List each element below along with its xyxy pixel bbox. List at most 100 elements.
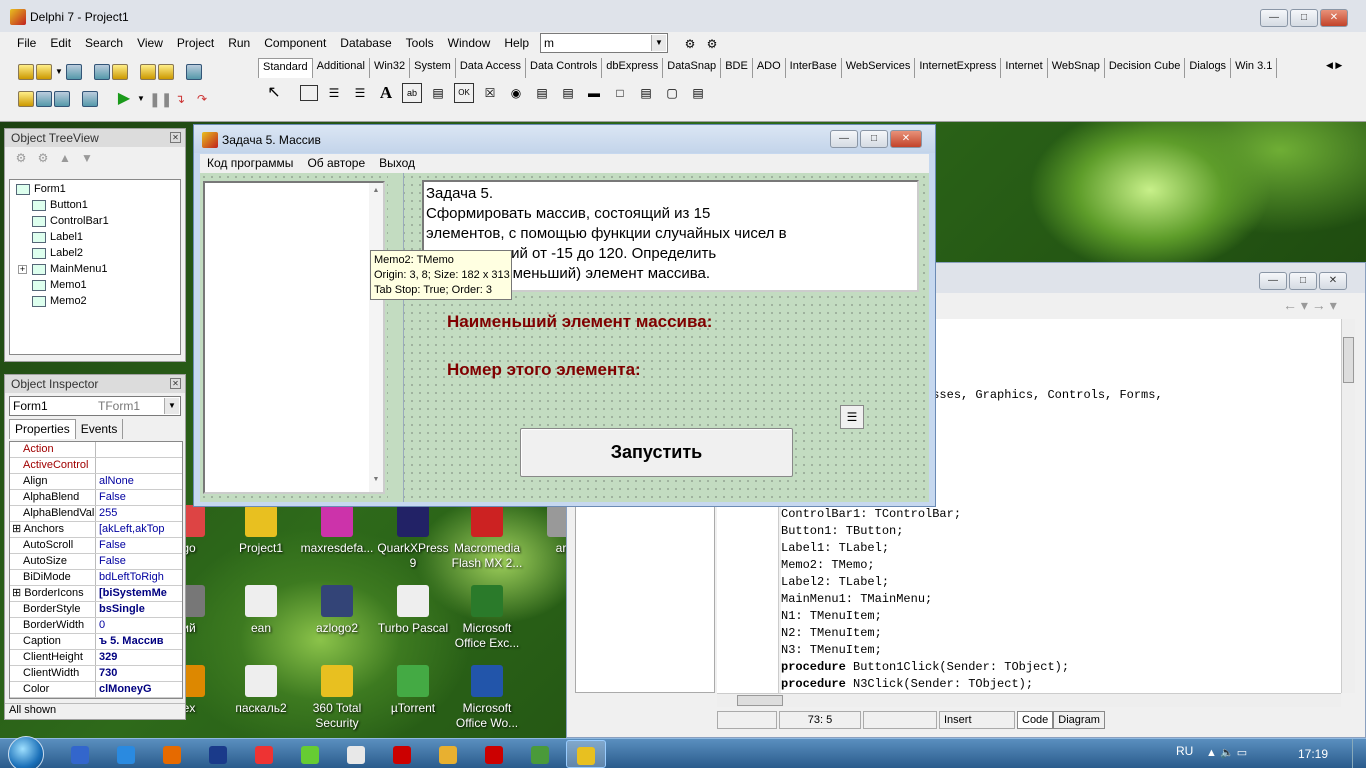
palette-tab-standard[interactable]: Standard (258, 58, 313, 78)
taskbar-app[interactable] (198, 740, 238, 768)
property-value[interactable]: bsSingle (96, 602, 182, 617)
tab-diagram[interactable]: Diagram (1053, 711, 1105, 729)
add-to-project-icon[interactable]: ⚙ (680, 34, 700, 54)
property-row[interactable]: AlphaBlendVal 255 (10, 506, 182, 522)
horizontal-scrollbar[interactable] (717, 693, 1341, 707)
desktop-icon[interactable]: Microsoft Office Wo... (448, 665, 526, 731)
menu-item-window[interactable]: Window (441, 34, 498, 54)
property-value[interactable]: 0 (96, 618, 182, 633)
desktop-icon[interactable]: Project1 (222, 505, 300, 556)
close-button[interactable]: ✕ (1320, 9, 1348, 27)
new-form-icon[interactable] (82, 91, 98, 107)
step-over-icon[interactable]: ↷ (192, 89, 212, 109)
button-icon[interactable]: OK (454, 83, 474, 103)
desktop-icon[interactable]: ean (222, 585, 300, 636)
scrollbar-thumb[interactable] (1343, 337, 1354, 383)
memo2-scrollbar[interactable]: ▲ ▼ (369, 183, 383, 492)
view-unit-icon[interactable] (18, 91, 34, 107)
taskbar-app[interactable] (152, 740, 192, 768)
mainmenu-icon[interactable]: ☰ (324, 83, 344, 103)
open-icon[interactable] (36, 64, 52, 80)
desktop-icon[interactable]: azlogo2 (298, 585, 376, 636)
open-project-icon[interactable] (112, 64, 128, 80)
property-row[interactable]: AlphaBlend False (10, 490, 182, 506)
property-value[interactable]: [biSystemMe (96, 586, 182, 601)
property-value[interactable]: 329 (96, 650, 182, 665)
taskbar-app[interactable] (106, 740, 146, 768)
remove-from-project-icon[interactable]: ⚙ (702, 34, 722, 54)
new-item-icon[interactable]: ⚙ (11, 148, 31, 168)
taskbar-app[interactable] (336, 740, 376, 768)
add-file-icon[interactable] (140, 64, 156, 80)
menu-item-edit[interactable]: Edit (43, 34, 78, 54)
tree-item[interactable]: Memo2 (14, 293, 176, 309)
chevron-down-icon[interactable]: ▼ (164, 398, 179, 414)
menu-item-view[interactable]: View (130, 34, 170, 54)
frames-icon[interactable] (300, 85, 318, 101)
pause-icon[interactable]: ❚❚ (148, 89, 172, 109)
listbox-icon[interactable]: ▤ (532, 83, 552, 103)
panel-icon[interactable]: ▢ (662, 83, 682, 103)
property-row[interactable]: BorderStyle bsSingle (10, 602, 182, 618)
palette-tab-additional[interactable]: Additional (313, 58, 370, 78)
palette-tab-internet[interactable]: Internet (1001, 58, 1048, 78)
arrow-up-icon[interactable]: ▲ (55, 148, 75, 168)
popupmenu-icon[interactable]: ☰ (350, 83, 370, 103)
tree-item[interactable]: Memo1 (14, 277, 176, 293)
desktop-icon[interactable]: 360 Total Security (298, 665, 376, 731)
save-icon[interactable] (66, 64, 82, 80)
tree-item[interactable]: Form1 (14, 181, 176, 197)
expand-icon[interactable]: + (18, 265, 27, 274)
form-menu-item[interactable]: Об авторе (300, 154, 372, 173)
start-button[interactable] (8, 736, 44, 768)
object-selector[interactable]: Form1 TForm1 ▼ (9, 396, 181, 416)
palette-tab-interbase[interactable]: InterBase (786, 58, 842, 78)
property-value[interactable]: alNone (96, 474, 182, 489)
label2[interactable]: Номер этого элемента: (447, 360, 641, 380)
property-row[interactable]: ⊞ Anchors [akLeft,akTop (10, 522, 182, 538)
combobox-icon[interactable]: ▤ (558, 83, 578, 103)
palette-tab-dbexpress[interactable]: dbExpress (602, 58, 664, 78)
edit-icon[interactable]: ab (402, 83, 422, 103)
remove-file-icon[interactable] (158, 64, 174, 80)
property-value[interactable]: 730 (96, 666, 182, 681)
taskbar-app[interactable] (290, 740, 330, 768)
scrollbar-thumb[interactable] (737, 695, 783, 706)
property-row[interactable]: ClientWidth 730 (10, 666, 182, 682)
delete-item-icon[interactable]: ⚙ (33, 148, 53, 168)
search-combo[interactable]: m ▼ (540, 33, 668, 53)
form-menu-item[interactable]: Выход (372, 154, 422, 173)
palette-scroll[interactable]: ◀ ▶ (1326, 60, 1342, 71)
new-icon[interactable] (18, 64, 34, 80)
form-client-area[interactable]: ▲ ▼ Задача 5. Сформировать массив, состоя… (200, 173, 929, 502)
close-icon[interactable]: ✕ (170, 132, 181, 143)
view-form-icon[interactable] (36, 91, 52, 107)
palette-tab-dialogs[interactable]: Dialogs (1185, 58, 1232, 78)
language-indicator[interactable]: RU (1176, 744, 1193, 758)
actionlist-icon[interactable]: ▤ (688, 83, 708, 103)
close-button[interactable]: ✕ (890, 130, 922, 148)
property-row[interactable]: AutoScroll False (10, 538, 182, 554)
vertical-scrollbar[interactable] (1341, 319, 1355, 693)
menu-item-run[interactable]: Run (221, 34, 257, 54)
property-row[interactable]: ActiveControl (10, 458, 182, 474)
palette-tab-system[interactable]: System (410, 58, 456, 78)
tab-properties[interactable]: Properties (9, 419, 76, 439)
tree-item[interactable]: Button1 (14, 197, 176, 213)
chevron-down-icon[interactable]: ▼ (136, 89, 146, 109)
property-value[interactable]: ъ 5. Массив (96, 634, 182, 649)
property-value[interactable]: False (96, 538, 182, 553)
palette-tab-win-3-1[interactable]: Win 3.1 (1231, 58, 1278, 78)
desktop-icon[interactable]: Microsoft Office Exc... (448, 585, 526, 651)
taskbar-app[interactable] (60, 740, 100, 768)
property-value[interactable]: [akLeft,akTop (96, 522, 182, 537)
property-row[interactable]: ClientHeight 329 (10, 650, 182, 666)
clock[interactable]: 17:19 (1298, 747, 1328, 761)
property-row[interactable]: Align alNone (10, 474, 182, 490)
maximize-button[interactable]: □ (1289, 272, 1317, 290)
desktop-icon[interactable]: maxresdefa... (298, 505, 376, 556)
taskbar-app[interactable] (428, 740, 468, 768)
help-icon[interactable] (186, 64, 202, 80)
property-row[interactable]: ⊞ BorderIcons [biSystemMe (10, 586, 182, 602)
run-button[interactable]: Запустить (520, 428, 793, 477)
